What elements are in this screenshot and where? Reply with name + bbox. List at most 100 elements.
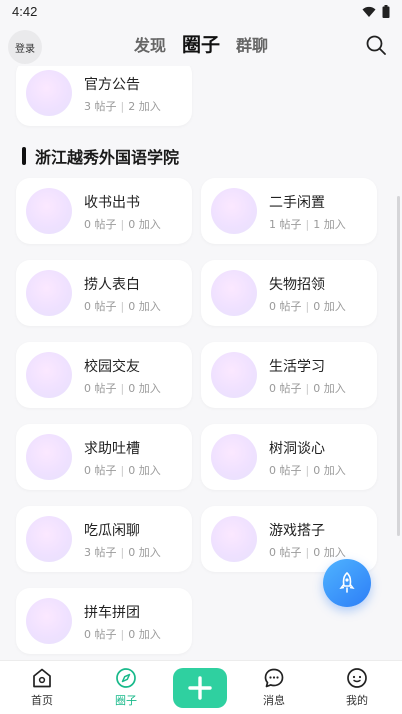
circle-posts: 0 帖子: [84, 628, 117, 641]
status-icons: [362, 5, 390, 18]
add-post-button[interactable]: [173, 668, 227, 708]
rocket-icon: [339, 572, 355, 593]
section-heading: 浙江越秀外国语学院: [22, 144, 179, 168]
circle-meta: 3 帖子 | 0 加入: [84, 544, 161, 560]
home-icon: [33, 668, 51, 688]
circle-posts: 0 帖子: [269, 464, 302, 477]
circle-thumbnail: [26, 70, 72, 116]
status-bar: 4:42: [0, 0, 402, 24]
circle-card[interactable]: 生活学习 0 帖子 | 0 加入: [201, 342, 377, 408]
circle-card[interactable]: 吃瓜闲聊 3 帖子 | 0 加入: [16, 506, 192, 572]
nav-messages[interactable]: 消息: [244, 667, 304, 708]
nav-circles-label: 圈子: [115, 694, 137, 707]
circle-meta: 0 帖子 | 0 加入: [269, 380, 346, 396]
circle-thumbnail: [211, 434, 257, 480]
circle-card[interactable]: 收书出书 0 帖子 | 0 加入: [16, 178, 192, 244]
circle-thumbnail: [26, 598, 72, 644]
circle-meta: 0 帖子 | 0 加入: [84, 380, 161, 396]
nav-home-label: 首页: [31, 694, 53, 707]
circle-meta: 0 帖子 | 0 加入: [84, 298, 161, 314]
profile-icon: [347, 668, 367, 688]
circle-meta: 0 帖子 | 0 加入: [84, 216, 161, 232]
nav-profile[interactable]: 我的: [327, 667, 387, 708]
circle-title: 吃瓜闲聊: [84, 523, 140, 539]
circle-meta: 0 帖子 | 0 加入: [269, 544, 346, 560]
circle-title: 校园交友: [84, 359, 140, 375]
circle-title: 官方公告: [84, 77, 140, 93]
meta-separator: |: [120, 628, 125, 641]
meta-separator: |: [305, 382, 310, 395]
circle-posts: 0 帖子: [269, 546, 302, 559]
circle-joins: 0 加入: [313, 464, 346, 477]
circle-card[interactable]: 校园交友 0 帖子 | 0 加入: [16, 342, 192, 408]
meta-separator: |: [120, 300, 125, 313]
nav-messages-label: 消息: [263, 694, 285, 707]
circle-meta: 0 帖子 | 0 加入: [269, 462, 346, 478]
meta-separator: |: [305, 300, 310, 313]
meta-separator: |: [120, 382, 125, 395]
status-time: 4:42: [12, 4, 38, 19]
circle-title: 求助吐槽: [84, 441, 140, 457]
circle-title: 失物招领: [269, 277, 325, 293]
circle-thumbnail: [211, 352, 257, 398]
circle-card[interactable]: 树洞谈心 0 帖子 | 0 加入: [201, 424, 377, 490]
circle-card[interactable]: 捞人表白 0 帖子 | 0 加入: [16, 260, 192, 326]
section-marker: [22, 147, 26, 165]
circle-posts: 0 帖子: [84, 464, 117, 477]
rocket-button[interactable]: [323, 559, 371, 607]
circle-thumbnail: [211, 188, 257, 234]
nav-circles[interactable]: 圈子: [96, 667, 156, 708]
circle-posts: 0 帖子: [84, 300, 117, 313]
meta-separator: |: [305, 464, 310, 477]
nav-home[interactable]: 首页: [12, 667, 72, 708]
circle-card[interactable]: 二手闲置 1 帖子 | 1 加入: [201, 178, 377, 244]
top-tabs: 发现 圈子 群聊: [0, 30, 402, 57]
circle-card[interactable]: 拼车拼团 0 帖子 | 0 加入: [16, 588, 192, 654]
chat-icon: [264, 668, 284, 688]
circle-title: 游戏搭子: [269, 523, 325, 539]
circle-joins: 1 加入: [313, 218, 346, 231]
circle-thumbnail: [211, 516, 257, 562]
search-icon[interactable]: [364, 33, 388, 57]
circle-joins: 2 加入: [128, 100, 161, 113]
tab-circles[interactable]: 圈子: [182, 30, 220, 57]
circle-joins: 0 加入: [128, 464, 161, 477]
circle-thumbnail: [26, 434, 72, 480]
circle-posts: 3 帖子: [84, 546, 117, 559]
circle-meta: 0 帖子 | 0 加入: [84, 462, 161, 478]
meta-separator: |: [120, 546, 125, 559]
circle-joins: 0 加入: [128, 300, 161, 313]
plus-icon: [188, 676, 212, 700]
compass-icon: [116, 668, 136, 688]
circle-card[interactable]: 失物招领 0 帖子 | 0 加入: [201, 260, 377, 326]
circle-posts: 0 帖子: [84, 218, 117, 231]
meta-separator: |: [120, 218, 125, 231]
meta-separator: |: [305, 218, 310, 231]
circle-thumbnail: [26, 188, 72, 234]
circle-posts: 0 帖子: [269, 300, 302, 313]
circle-joins: 0 加入: [313, 300, 346, 313]
tab-discover[interactable]: 发现: [134, 32, 166, 56]
scrollbar[interactable]: [397, 196, 400, 536]
tab-group-chat[interactable]: 群聊: [236, 32, 268, 56]
circle-thumbnail: [26, 352, 72, 398]
circle-joins: 0 加入: [128, 218, 161, 231]
circle-joins: 0 加入: [313, 382, 346, 395]
circle-thumbnail: [211, 270, 257, 316]
section-title: 浙江越秀外国语学院: [35, 148, 180, 167]
circle-posts: 3 帖子: [84, 100, 117, 113]
circle-title: 捞人表白: [84, 277, 140, 293]
circle-joins: 0 加入: [128, 382, 161, 395]
nav-profile-label: 我的: [346, 694, 368, 707]
circle-posts: 1 帖子: [269, 218, 302, 231]
circle-card[interactable]: 求助吐槽 0 帖子 | 0 加入: [16, 424, 192, 490]
meta-separator: |: [120, 100, 125, 113]
circle-meta: 0 帖子 | 0 加入: [84, 626, 161, 642]
top-header: 登录 发现 圈子 群聊: [0, 24, 402, 66]
circle-card-announcement[interactable]: 官方公告 3 帖子 | 2 加入: [16, 66, 192, 126]
circle-joins: 0 加入: [313, 546, 346, 559]
circle-title: 生活学习: [269, 359, 325, 375]
circle-meta: 0 帖子 | 0 加入: [269, 298, 346, 314]
circle-title: 拼车拼团: [84, 605, 140, 621]
circle-posts: 0 帖子: [269, 382, 302, 395]
